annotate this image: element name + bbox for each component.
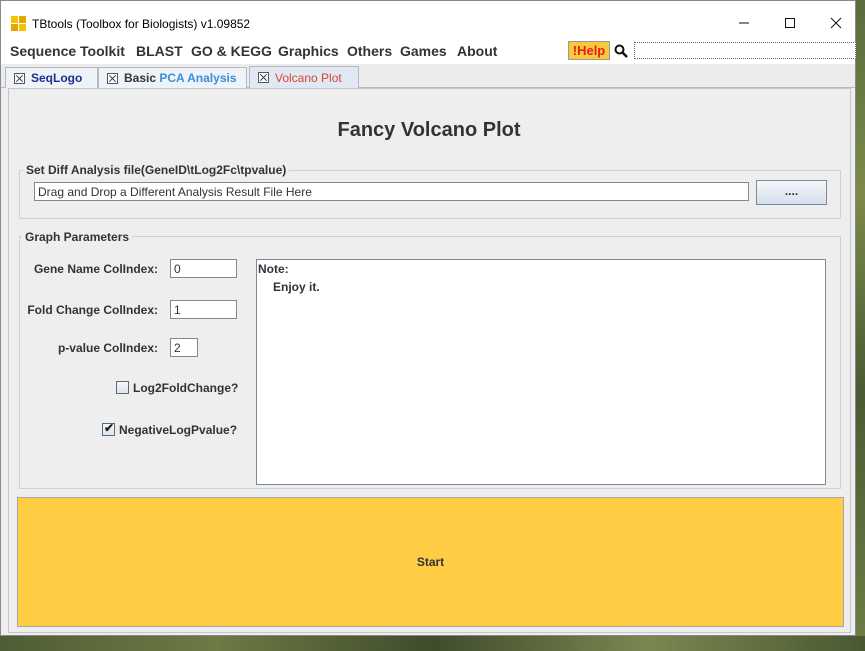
browse-button[interactable]: .... — [756, 180, 827, 205]
close-tab-icon[interactable] — [258, 72, 269, 83]
menu-about[interactable]: About — [457, 43, 497, 59]
negative-log-pvalue-checkbox[interactable]: ✔ — [102, 421, 115, 436]
menu-others[interactable]: Others — [347, 43, 392, 59]
maximize-icon — [785, 18, 795, 28]
page-title: Fancy Volcano Plot — [337, 119, 521, 141]
note-title: Note: — [258, 262, 289, 276]
minimize-icon — [739, 22, 749, 24]
close-icon — [830, 17, 842, 29]
tab-label: Basic PCA Analysis — [124, 71, 237, 85]
menu-games[interactable]: Games — [400, 43, 447, 59]
note-textarea[interactable]: Note: Enjoy it. — [256, 259, 826, 485]
negative-log-pvalue-label: NegativeLogPvalue? — [119, 423, 238, 437]
checkmark-icon: ✔ — [104, 421, 115, 435]
start-button-label: Start — [416, 555, 445, 569]
menu-blast[interactable]: BLAST — [136, 43, 183, 59]
close-button[interactable] — [813, 9, 859, 37]
tab-pca-analysis[interactable]: Basic PCA Analysis — [98, 67, 247, 88]
fold-change-label: Fold Change ColIndex: — [27, 303, 158, 317]
diff-file-input[interactable]: Drag and Drop a Different Analysis Resul… — [34, 182, 749, 201]
tab-bar: SeqLogo Basic PCA Analysis Volcano Plot — [1, 64, 855, 88]
tab-label: SeqLogo — [31, 71, 83, 85]
gene-name-label: Gene Name ColIndex: — [33, 262, 158, 276]
maximize-button[interactable] — [767, 9, 813, 37]
menu-go-kegg[interactable]: GO & KEGG — [191, 43, 272, 59]
note-text: Enjoy it. — [273, 280, 320, 294]
close-tab-icon[interactable] — [107, 72, 118, 84]
search-input[interactable] — [634, 42, 856, 59]
log2-foldchange-label: Log2FoldChange? — [133, 381, 239, 395]
menu-bar: Sequence Toolkit BLAST GO & KEGG Graphic… — [1, 38, 856, 64]
tab-volcano-plot[interactable]: Volcano Plot — [249, 66, 359, 88]
pvalue-label: p-value ColIndex: — [57, 341, 158, 355]
desktop-background-bottom — [0, 636, 865, 651]
window-title: TBtools (Toolbox for Biologists) v1.0985… — [32, 17, 251, 31]
help-button[interactable]: !Help — [568, 41, 610, 60]
search-icon[interactable] — [614, 44, 628, 58]
tab-label: Volcano Plot — [275, 70, 342, 85]
gene-name-colindex-input[interactable]: 0 — [170, 259, 237, 278]
params-group-title: Graph Parameters — [22, 230, 133, 244]
file-group-title: Set Diff Analysis file(GeneID\tLog2Fc\tp… — [23, 163, 290, 177]
app-window: TBtools (Toolbox for Biologists) v1.0985… — [0, 0, 856, 636]
fold-change-colindex-input[interactable]: 1 — [170, 300, 237, 319]
log2-foldchange-checkbox[interactable] — [116, 381, 129, 394]
minimize-button[interactable] — [721, 9, 767, 37]
title-bar[interactable]: TBtools (Toolbox for Biologists) v1.0985… — [1, 1, 855, 38]
close-tab-icon[interactable] — [14, 72, 25, 84]
start-button[interactable]: Start — [17, 497, 844, 627]
menu-sequence-toolkit[interactable]: Sequence Toolkit — [10, 43, 125, 59]
pvalue-colindex-input[interactable]: 2 — [170, 338, 198, 357]
desktop-background — [856, 0, 865, 651]
menu-graphics[interactable]: Graphics — [278, 43, 339, 59]
tbtools-logo-icon — [11, 16, 27, 32]
tab-seqlogo[interactable]: SeqLogo — [5, 67, 98, 88]
